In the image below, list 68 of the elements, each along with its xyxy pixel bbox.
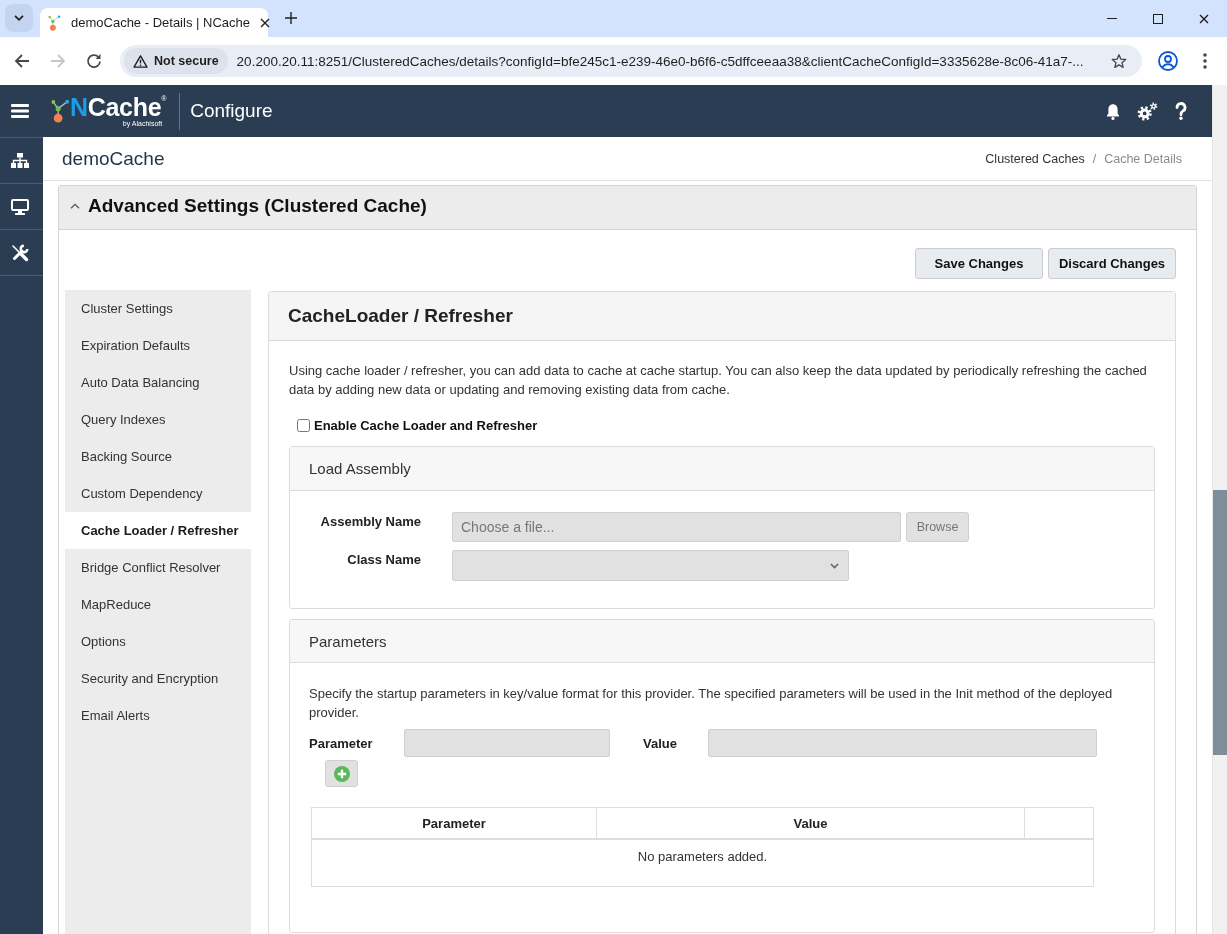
panel-header[interactable]: Advanced Settings (Clustered Cache)	[59, 186, 1196, 230]
panel-header: CacheLoader / Refresher	[269, 292, 1175, 341]
breadcrumb-separator: /	[1092, 151, 1097, 166]
breadcrumb-link[interactable]: Clustered Caches	[985, 151, 1085, 166]
breadcrumb-current: Cache Details	[1104, 151, 1182, 166]
field-label: Class Name	[346, 551, 421, 569]
star-icon[interactable]	[1111, 53, 1127, 69]
close-icon[interactable]	[1199, 13, 1209, 24]
browse-button[interactable]: Browse	[906, 512, 969, 542]
chevron-down-icon	[14, 15, 24, 21]
nav-item[interactable]: Query Indexes	[65, 401, 251, 438]
close-icon[interactable]	[259, 17, 270, 28]
plus-icon[interactable]	[285, 12, 297, 24]
nav-item[interactable]: Expiration Defaults	[65, 327, 251, 364]
description-text: Specify the startup parameters in key/value format for this provider. The specified parameters will be used in the Init method of the deployed provider.	[309, 685, 1114, 722]
discard-changes-button[interactable]: Discard Changes	[1048, 248, 1176, 279]
column-header: Value	[596, 807, 1025, 839]
plus-circle-icon	[333, 765, 350, 782]
scrollbar-thumb[interactable]	[1213, 490, 1227, 755]
nav-item[interactable]: Security and Encryption	[65, 660, 251, 697]
logo-text: NCache$^{®}$	[70, 94, 167, 120]
bell-icon[interactable]	[1106, 102, 1120, 120]
menu-icon[interactable]	[11, 104, 29, 118]
section-title: Configure	[190, 100, 273, 122]
monitor-icon[interactable]	[11, 198, 29, 215]
tab-search-button[interactable]	[5, 4, 33, 32]
table-cell: No parameters added.	[311, 839, 1094, 886]
panel-header: Parameters	[290, 620, 1154, 663]
field-label: Value	[643, 735, 678, 751]
column-header: Parameter	[311, 807, 597, 839]
checkbox-label[interactable]: Enable Cache Loader and Refresher	[314, 418, 538, 433]
nodes-logo-icon	[51, 99, 70, 123]
panel-header: Load Assembly	[290, 447, 1154, 491]
nav-item[interactable]: Cluster Settings	[65, 290, 251, 327]
checkbox[interactable]	[297, 419, 310, 432]
more-menu-icon[interactable]	[1203, 53, 1207, 69]
field-label: Assembly Name	[319, 513, 421, 531]
nav-item[interactable]: Bridge Conflict Resolver	[65, 549, 251, 586]
profile-icon[interactable]	[1158, 51, 1178, 71]
settings-icon[interactable]	[1137, 101, 1158, 121]
file-path-field[interactable]: Choose a file...	[452, 512, 901, 542]
page-title: demoCache	[62, 147, 165, 170]
nodes-logo-icon	[48, 14, 61, 31]
url-text[interactable]: 20.200.20.11:8251/ClusteredCaches/details?configId=bfe245c1-e239-46e0-b6f6-c5dffceeaa38&clientCacheConfigId=3335628e-8c06-41a7-...	[236, 53, 1111, 69]
nav-item[interactable]: Options	[65, 623, 251, 660]
nav-item[interactable]: Custom Dependency	[65, 475, 251, 512]
nav-item[interactable]: Email Alerts	[65, 697, 251, 734]
nav-item[interactable]: Backing Source	[65, 438, 251, 475]
nav-item[interactable]: Auto Data Balancing	[65, 364, 251, 401]
browser-tab[interactable]: demoCache - Details | NCache	[40, 8, 268, 37]
save-changes-button[interactable]: Save Changes	[915, 248, 1043, 279]
security-chip[interactable]: Not secure	[124, 48, 228, 74]
nav-item[interactable]: Cache Loader / Refresher	[65, 512, 251, 549]
nav-item[interactable]: MapReduce	[65, 586, 251, 623]
chevron-down-icon	[830, 562, 839, 569]
address-bar[interactable]: Not secure 20.200.20.11:8251/ClusteredCaches/details?configId=bfe245c1-e239-46e0-b6f6-c5dffceeaa38&clientCacheConfigId=3335628e-8c06-41a7-...	[120, 45, 1142, 77]
description-text: Using cache loader / refresher, you can add data to cache at cache startup. You can also keep the data updated by periodically refreshing the cached data by adding new data or updating and removing existing data from cache.	[289, 362, 1148, 399]
back-arrow-icon[interactable]	[14, 53, 30, 69]
sitemap-icon[interactable]	[11, 153, 29, 168]
help-icon[interactable]	[1175, 102, 1187, 120]
tools-icon[interactable]	[11, 243, 29, 262]
panel-title: Advanced Settings (Clustered Cache)	[88, 194, 427, 217]
parameter-field[interactable]	[404, 729, 610, 757]
value-field[interactable]	[708, 729, 1097, 757]
reload-icon[interactable]	[86, 53, 102, 69]
field-label: Parameter	[309, 735, 374, 751]
maximize-icon[interactable]	[1153, 13, 1163, 24]
warning-icon	[133, 54, 148, 68]
